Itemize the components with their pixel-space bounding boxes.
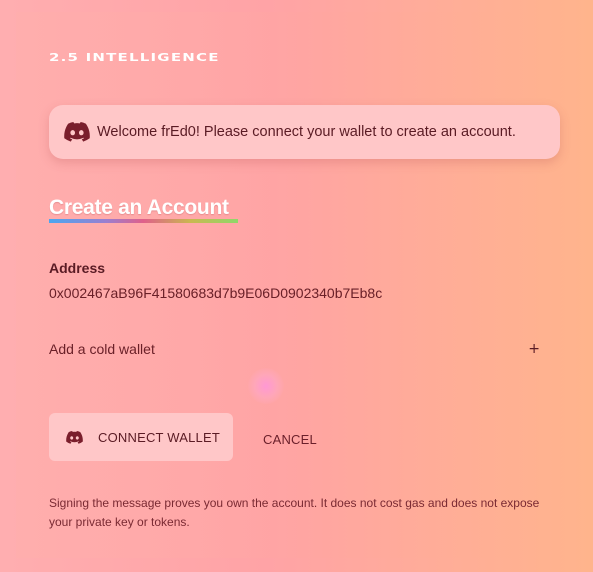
- title-underline: [49, 219, 238, 223]
- plus-icon[interactable]: +: [528, 341, 540, 357]
- add-cold-wallet-label: Add a cold wallet: [49, 341, 155, 357]
- connect-wallet-button[interactable]: CONNECT WALLET: [49, 413, 233, 461]
- connect-wallet-label: CONNECT WALLET: [98, 429, 220, 445]
- brand-logo-text: 2.5 INTELLIGENCE: [49, 51, 220, 64]
- address-label: Address: [49, 260, 106, 276]
- page-title: Create an Account: [49, 196, 229, 219]
- welcome-message: Welcome frEd0! Please connect your walle…: [97, 124, 516, 140]
- cursor-glow: [248, 368, 284, 404]
- welcome-banner: Welcome frEd0! Please connect your walle…: [49, 105, 560, 159]
- address-value: 0x002467aB96F41580683d7b9E06D0902340b7Eb…: [49, 285, 383, 301]
- cancel-button[interactable]: CANCEL: [253, 425, 327, 453]
- discord-icon: [65, 430, 83, 444]
- disclaimer-text: Signing the message proves you own the a…: [49, 496, 540, 529]
- discord-icon: [63, 121, 91, 143]
- add-cold-wallet-toggle[interactable]: Add a cold wallet +: [49, 334, 544, 364]
